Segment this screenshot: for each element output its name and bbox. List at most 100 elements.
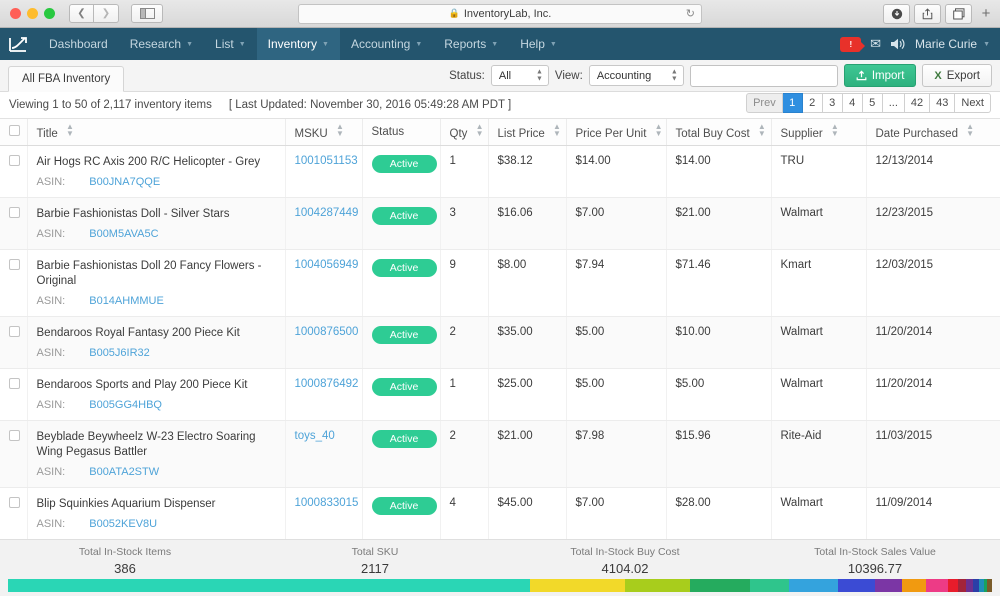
nav-item-help[interactable]: Help ▼ xyxy=(509,28,568,60)
row-supplier-cell: Rite-Aid xyxy=(771,420,866,487)
new-tab-icon[interactable]: + xyxy=(976,3,996,25)
asin-label: ASIN: xyxy=(37,466,66,478)
tab-overview-icon[interactable] xyxy=(945,4,972,24)
page-42-button[interactable]: 42 xyxy=(905,93,930,113)
table-row[interactable]: Bendaroos Royal Fantasy 200 Piece Kit AS… xyxy=(0,316,1000,368)
sort-icon: ▲▼ xyxy=(336,123,344,137)
row-checkbox[interactable] xyxy=(9,378,20,389)
column-header-status: Status xyxy=(362,119,440,145)
sort-icon: ▲▼ xyxy=(66,123,74,137)
table-row[interactable]: Blip Squinkies Aquarium Dispenser ASIN: … xyxy=(0,487,1000,539)
page-3-button[interactable]: 3 xyxy=(823,93,843,113)
row-date-purchased-cell: 12/23/2015 xyxy=(866,197,1000,249)
msku-link[interactable]: 1000876500 xyxy=(295,326,359,338)
nav-item-list[interactable]: List ▼ xyxy=(204,28,257,60)
stepper-arrows-icon: ▲▼ xyxy=(671,68,678,83)
asin-value[interactable]: B005GG4HBQ xyxy=(89,399,162,411)
row-msku-cell: 1004056949 xyxy=(285,249,362,316)
reload-icon[interactable]: ↻ xyxy=(686,7,695,20)
page-next-button[interactable]: Next xyxy=(955,93,991,113)
minimize-window-button[interactable] xyxy=(27,8,38,19)
chevron-down-icon: ▼ xyxy=(322,41,329,48)
asin-value[interactable]: B014AHMMUE xyxy=(89,295,164,307)
download-icon[interactable] xyxy=(883,4,910,24)
nav-item-inventory[interactable]: Inventory ▼ xyxy=(257,28,340,60)
row-title-cell: Bendaroos Sports and Play 200 Piece Kit … xyxy=(27,368,285,420)
row-checkbox[interactable] xyxy=(9,207,20,218)
row-checkbox[interactable] xyxy=(9,155,20,166)
column-header-supplier[interactable]: Supplier ▲▼ xyxy=(771,119,866,145)
msku-link[interactable]: toys_40 xyxy=(295,430,335,442)
sidebar-toggle-icon[interactable] xyxy=(131,4,163,23)
table-row[interactable]: Bendaroos Sports and Play 200 Piece Kit … xyxy=(0,368,1000,420)
forward-icon[interactable]: ❯ xyxy=(94,4,119,23)
page-4-button[interactable]: 4 xyxy=(843,93,863,113)
page-1-button[interactable]: 1 xyxy=(783,93,803,113)
column-header-price-per-unit[interactable]: Price Per Unit ▲▼ xyxy=(566,119,666,145)
msku-link[interactable]: 1000833015 xyxy=(295,497,359,509)
page-43-button[interactable]: 43 xyxy=(930,93,955,113)
row-checkbox[interactable] xyxy=(9,326,20,337)
notification-badge[interactable]: ! xyxy=(840,37,861,52)
asin-row: ASIN: B00ATA2STW xyxy=(37,466,285,478)
table-row[interactable]: Beyblade Beywheelz W-23 Electro Soaring … xyxy=(0,420,1000,487)
select-all-checkbox[interactable] xyxy=(9,125,20,136)
row-status-cell: Active xyxy=(362,368,440,420)
inventorylab-logo-icon[interactable] xyxy=(0,28,38,60)
table-row[interactable]: Barbie Fashionistas Doll 20 Fancy Flower… xyxy=(0,249,1000,316)
column-header-list-price[interactable]: List Price ▲▼ xyxy=(488,119,566,145)
column-header-date-purchased[interactable]: Date Purchased ▲▼ xyxy=(866,119,1000,145)
search-input[interactable] xyxy=(690,65,838,87)
page-2-button[interactable]: 2 xyxy=(803,93,823,113)
column-header-title[interactable]: Title ▲▼ xyxy=(27,119,285,145)
nav-item-research[interactable]: Research ▼ xyxy=(119,28,204,60)
page-5-button[interactable]: 5 xyxy=(863,93,883,113)
lock-icon: 🔒 xyxy=(449,8,460,19)
export-button[interactable]: X Export xyxy=(922,64,992,87)
sidebar-glyph xyxy=(140,8,155,19)
row-price-per-unit-cell: $7.94 xyxy=(566,249,666,316)
row-qty-cell: 1 xyxy=(440,145,488,197)
row-date-purchased-cell: 11/03/2015 xyxy=(866,420,1000,487)
nav-item-reports[interactable]: Reports ▼ xyxy=(433,28,509,60)
share-icon[interactable] xyxy=(914,4,941,24)
view-filter-select[interactable]: Accounting ▲▼ xyxy=(589,65,684,86)
speaker-icon[interactable] xyxy=(890,37,906,51)
msku-link[interactable]: 1004056949 xyxy=(295,259,359,271)
row-title-cell: Blip Squinkies Aquarium Dispenser ASIN: … xyxy=(27,487,285,539)
import-button[interactable]: Import xyxy=(844,64,917,87)
envelope-icon[interactable]: ✉ xyxy=(870,36,881,52)
user-menu[interactable]: Marie Curie ▼ xyxy=(915,37,994,51)
column-header-qty[interactable]: Qty ▲▼ xyxy=(440,119,488,145)
msku-link[interactable]: 1000876492 xyxy=(295,378,359,390)
column-header-total-buy-cost[interactable]: Total Buy Cost ▲▼ xyxy=(666,119,771,145)
back-icon[interactable]: ❮ xyxy=(69,4,94,23)
column-label: MSKU xyxy=(295,128,328,140)
asin-value[interactable]: B0052KEV8U xyxy=(89,518,157,530)
status-badge: Active xyxy=(372,430,437,448)
asin-value[interactable]: B00ATA2STW xyxy=(89,466,159,478)
page-prev-button[interactable]: Prev xyxy=(746,93,783,113)
url-bar[interactable]: 🔒 InventoryLab, Inc. ↻ xyxy=(298,4,702,24)
msku-link[interactable]: 1004287449 xyxy=(295,207,359,219)
row-checkbox[interactable] xyxy=(9,497,20,508)
row-supplier-cell: Walmart xyxy=(771,197,866,249)
column-header-msku[interactable]: MSKU ▲▼ xyxy=(285,119,362,145)
nav-label: Dashboard xyxy=(49,37,108,51)
msku-link[interactable]: 1001051153 xyxy=(295,155,358,167)
color-bar-segment-2 xyxy=(625,579,690,592)
nav-item-dashboard[interactable]: Dashboard xyxy=(38,28,119,60)
row-checkbox[interactable] xyxy=(9,259,20,270)
row-checkbox[interactable] xyxy=(9,430,20,441)
table-row[interactable]: Barbie Fashionistas Doll - Silver Stars … xyxy=(0,197,1000,249)
tab-all-fba-inventory[interactable]: All FBA Inventory xyxy=(8,66,124,92)
asin-value[interactable]: B00JNA7QQE xyxy=(89,176,160,188)
asin-value[interactable]: B00M5AVA5C xyxy=(89,228,158,240)
status-filter-select[interactable]: All ▲▼ xyxy=(491,65,549,86)
close-window-button[interactable] xyxy=(10,8,21,19)
asin-value[interactable]: B005J6IR32 xyxy=(89,347,150,359)
maximize-window-button[interactable] xyxy=(44,8,55,19)
asin-label: ASIN: xyxy=(37,295,66,307)
nav-item-accounting[interactable]: Accounting ▼ xyxy=(340,28,433,60)
table-row[interactable]: Air Hogs RC Axis 200 R/C Helicopter - Gr… xyxy=(0,145,1000,197)
